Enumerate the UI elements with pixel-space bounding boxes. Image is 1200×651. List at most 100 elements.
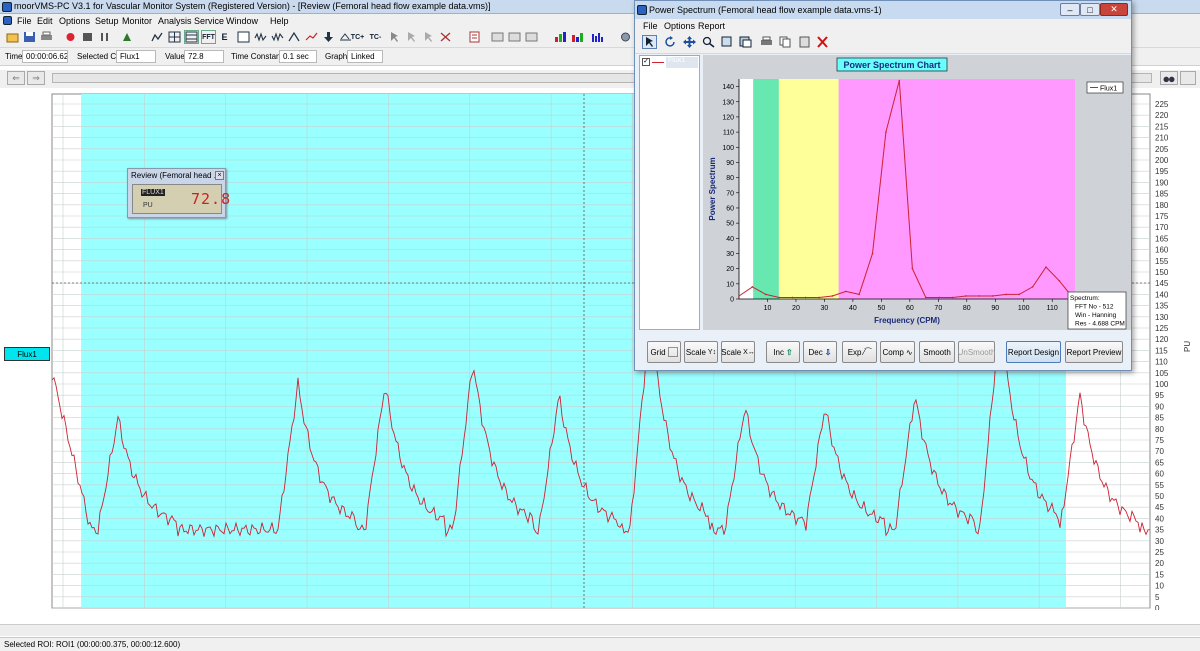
save-icon[interactable] <box>22 30 37 44</box>
cursor3-icon[interactable] <box>421 30 436 44</box>
e-button[interactable]: E <box>217 30 232 44</box>
menu-file[interactable]: File <box>17 16 32 26</box>
minimize-icon[interactable]: – <box>1060 3 1080 16</box>
time-constants-field[interactable]: 0.1 sec <box>279 50 317 63</box>
horizontal-scrollbar[interactable] <box>0 624 1200 636</box>
comp-button[interactable]: Comp ∿ <box>880 341 915 363</box>
y-tick-label: 15 <box>1155 570 1164 579</box>
menu-analysis[interactable]: Analysis <box>158 16 192 26</box>
bar-chart2-icon[interactable] <box>570 30 585 44</box>
exp-label: Exp <box>847 347 862 357</box>
export-icon[interactable] <box>738 35 753 49</box>
trend-icon[interactable] <box>304 30 319 44</box>
unsmooth-button[interactable]: UnSmooth <box>958 341 995 363</box>
open-icon[interactable] <box>5 30 20 44</box>
tc-plus-button[interactable]: TC+ <box>350 30 365 44</box>
ps-channel-list: ✓ Flux1 <box>639 55 700 330</box>
y-tick-label: 40 <box>1155 514 1164 523</box>
wave2-icon[interactable] <box>270 30 285 44</box>
y-tick-label: 165 <box>1155 234 1169 243</box>
copy-chart-icon[interactable] <box>720 35 735 49</box>
grid-button[interactable]: Grid <box>647 341 681 363</box>
frame-icon[interactable] <box>236 30 251 44</box>
list-icon[interactable] <box>467 30 482 44</box>
selected-ch-field[interactable]: Flux1 <box>116 50 156 63</box>
split-icon[interactable] <box>184 30 199 44</box>
maximize-icon[interactable]: □ <box>1080 3 1100 16</box>
y-tick-label: 155 <box>1155 257 1169 266</box>
scroll-left-button[interactable]: ⇐ <box>7 71 25 85</box>
data-point <box>764 293 767 296</box>
ps-menu-options[interactable]: Options <box>664 21 695 31</box>
ps-toolbar <box>635 32 1131 54</box>
bar-chart-icon[interactable] <box>553 30 568 44</box>
y-tick-label: 170 <box>1155 223 1169 232</box>
marker-icon[interactable] <box>120 30 135 44</box>
close-icon[interactable]: ✕ <box>1100 3 1128 16</box>
graph-icon[interactable] <box>150 30 165 44</box>
dec-button[interactable]: Dec ⇩ <box>803 341 837 363</box>
table3-icon[interactable] <box>524 30 539 44</box>
report-design-button[interactable]: Report Design <box>1006 341 1061 363</box>
binoculars-icon[interactable] <box>1160 71 1178 85</box>
menu-monitor[interactable]: Monitor <box>122 16 152 26</box>
scroll-right-button[interactable]: ⇒ <box>27 71 45 85</box>
mark-icon[interactable] <box>438 30 453 44</box>
close-icon[interactable]: × <box>215 171 224 180</box>
ps-menu-file[interactable]: File <box>643 21 658 31</box>
down-arrow-icon[interactable] <box>321 30 336 44</box>
unsmooth-label: UnSmooth <box>957 347 996 357</box>
peak-icon[interactable] <box>287 30 302 44</box>
channel-tag-flux1[interactable]: Flux1 <box>4 347 50 361</box>
grid-icon[interactable] <box>167 30 182 44</box>
tc-minus-button[interactable]: TC- <box>368 30 383 44</box>
move-icon[interactable] <box>682 35 697 49</box>
table2-icon[interactable] <box>507 30 522 44</box>
data-point <box>1045 266 1047 268</box>
y-tick-label: 215 <box>1155 122 1169 131</box>
menu-setup[interactable]: Setup <box>95 16 119 26</box>
cursor2-icon[interactable] <box>404 30 419 44</box>
menu-options[interactable]: Options <box>59 16 90 26</box>
record-icon[interactable] <box>63 30 78 44</box>
graphs-field[interactable]: Linked <box>347 50 383 63</box>
rotate-icon[interactable] <box>663 35 678 49</box>
review-value-panel[interactable]: Review (Femoral head ... × FLUX1 PU 72.8 <box>127 168 230 218</box>
y-tick-label: 175 <box>1155 212 1169 221</box>
pause-icon[interactable] <box>97 30 112 44</box>
cursor-icon[interactable] <box>387 30 402 44</box>
bar-chart3-icon[interactable] <box>590 30 605 44</box>
menu-edit[interactable]: Edit <box>37 16 53 26</box>
print-icon[interactable] <box>759 35 774 49</box>
settings-icon[interactable] <box>618 30 633 44</box>
channel-list-item[interactable]: Flux1 <box>666 57 698 68</box>
y-tick-label: 190 <box>1155 178 1169 187</box>
ps-menu-report[interactable]: Report <box>698 21 725 31</box>
fft-button[interactable]: FFT <box>201 30 216 44</box>
power-spectrum-window[interactable]: Power Spectrum (Femoral head flow exampl… <box>634 0 1132 371</box>
print-icon[interactable] <box>39 30 54 44</box>
stop-icon[interactable] <box>80 30 95 44</box>
menu-service[interactable]: Service <box>194 16 224 26</box>
inc-button[interactable]: Inc ⇧ <box>766 341 800 363</box>
report-preview-button[interactable]: Report Preview <box>1065 341 1123 363</box>
exp-button[interactable]: Exp ⁄⁀ <box>842 341 877 363</box>
smooth-button[interactable]: Smooth <box>919 341 955 363</box>
ps-chart-area[interactable]: 0 10 20 30 40 50 60 70 80 90 100 110 120 130 140 10 20 30… <box>703 55 1131 330</box>
zoom-icon[interactable] <box>701 35 716 49</box>
copy-icon[interactable] <box>778 35 793 49</box>
menu-window[interactable]: Window <box>226 16 258 26</box>
menu-help[interactable]: Help <box>270 16 289 26</box>
up-arrow-icon: ⇧ <box>785 347 793 357</box>
x-tick-label: 40 <box>849 305 857 312</box>
channel-checkbox[interactable]: ✓ <box>642 58 650 66</box>
scale-y-button[interactable]: Scale Y↕ <box>684 341 718 363</box>
wave-icon[interactable] <box>253 30 268 44</box>
paste-icon[interactable] <box>797 35 812 49</box>
delete-icon[interactable] <box>815 35 830 49</box>
table-icon[interactable] <box>490 30 505 44</box>
x-axis-icon: X↔ <box>743 348 755 356</box>
scale-x-button[interactable]: Scale X↔ <box>721 341 755 363</box>
zoom-out-icon[interactable] <box>1180 71 1196 85</box>
pointer-icon[interactable] <box>642 35 657 49</box>
